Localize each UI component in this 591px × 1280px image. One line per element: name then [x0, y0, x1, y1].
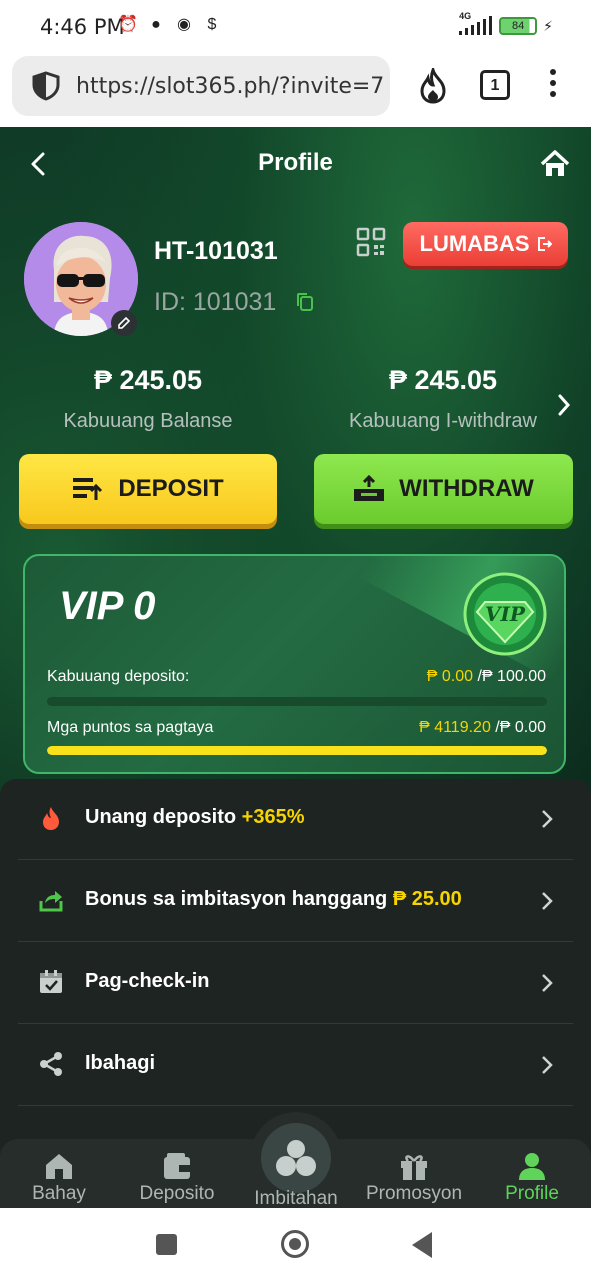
chevron-right-icon	[542, 892, 553, 910]
vip-badge-text: VIP	[485, 602, 526, 626]
home-icon[interactable]	[539, 149, 571, 179]
tab-switcher-button[interactable]: 1	[480, 70, 510, 100]
logout-button[interactable]: LUMABAS	[403, 222, 568, 266]
alarm-off-icon: ⏰	[118, 16, 138, 33]
vip-card[interactable]: VIP 0 VIP Kabuuang deposito: ₱ 0.00 /₱ 1…	[23, 554, 566, 774]
status-bar: 4:46 PM ⏰ ● ◉ $ 4G 84 ⚡	[0, 0, 591, 52]
menu-item-check-in[interactable]: Pag-check-in	[18, 943, 573, 1024]
menu-item-share[interactable]: Ibahagi	[18, 1025, 573, 1106]
nav-invite-label: Imbitahan	[254, 1188, 338, 1208]
chevron-right-icon[interactable]	[556, 393, 572, 417]
url-text[interactable]: https://slot365.ph/?invite=7	[76, 74, 386, 99]
vip-badge-icon: VIP	[463, 572, 547, 656]
menu-label: Unang deposito +365%	[85, 806, 305, 828]
shopping-bag-icon: $	[207, 16, 217, 33]
menu-label: Pag-check-in	[85, 970, 210, 992]
gift-icon	[401, 1155, 427, 1180]
nav-promotion[interactable]: Promosyon	[359, 1151, 469, 1205]
status-time: 4:46 PM	[40, 15, 125, 39]
total-balance-value: ₱ 245.05	[93, 365, 203, 395]
menu-label: Ibahagi	[85, 1052, 156, 1074]
menu-item-first-deposit[interactable]: Unang deposito +365%	[18, 779, 573, 860]
notification-icons: ⏰ ● ◉ $	[118, 15, 222, 35]
chevron-right-icon	[542, 974, 553, 992]
wallet-icon	[164, 1153, 190, 1179]
home-button[interactable]	[281, 1230, 309, 1258]
share-arrow-icon	[39, 891, 63, 912]
vip-deposit-label: Kabuuang deposito:	[47, 668, 190, 685]
edit-icon[interactable]	[117, 316, 131, 330]
nav-profile[interactable]: Profile	[477, 1151, 587, 1205]
logout-label: LUMABAS	[419, 231, 530, 256]
calendar-check-icon	[40, 970, 62, 993]
app-screen: Profile HT-101031 ID: 101031 LUMABAS ₱ 2…	[0, 127, 591, 1208]
chevron-right-icon	[542, 1056, 553, 1074]
coins-icon	[276, 1140, 316, 1176]
nav-deposit[interactable]: Deposito	[122, 1151, 232, 1205]
menu-label: Bonus sa imbitasyon hanggang ₱ 25.00	[85, 888, 462, 910]
fire-icon[interactable]	[417, 68, 449, 104]
user-id: ID: 101031	[154, 288, 277, 316]
deposit-label: DEPOSIT	[118, 475, 224, 502]
logout-icon	[537, 237, 552, 251]
vip-deposit-value: ₱ 0.00 /₱ 100.00	[427, 668, 546, 686]
address-bar[interactable]: https://slot365.ph/?invite=7	[12, 56, 390, 116]
menu-item-invite-bonus[interactable]: Bonus sa imbitasyon hanggang ₱ 25.00	[18, 861, 573, 942]
android-navigation-bar	[0, 1208, 591, 1280]
home-icon	[46, 1154, 72, 1179]
vip-bet-label: Mga puntos sa pagtaya	[47, 719, 214, 736]
shield-icon[interactable]	[30, 70, 62, 102]
deposit-button[interactable]: DEPOSIT	[19, 454, 277, 524]
vip-bet-target: /₱ 0.00	[490, 719, 546, 736]
charging-icon: ⚡	[543, 17, 553, 34]
deposit-icon	[73, 478, 103, 500]
fire-icon	[43, 807, 59, 830]
user-icon	[519, 1153, 545, 1180]
signal-icon: 4G	[457, 11, 493, 37]
vip-bet-progress-bar	[47, 746, 547, 755]
withdrawable-label: Kabuuang I-withdraw	[349, 410, 537, 432]
recents-button[interactable]	[156, 1234, 177, 1255]
copy-icon[interactable]	[296, 292, 314, 312]
withdrawable-value: ₱ 245.05	[388, 365, 498, 395]
nav-deposit-label: Deposito	[139, 1183, 215, 1204]
network-type: 4G	[459, 11, 472, 21]
withdraw-button[interactable]: WITHDRAW	[314, 454, 573, 524]
qr-code-icon[interactable]	[356, 227, 386, 257]
back-button[interactable]	[412, 1232, 432, 1258]
withdraw-icon	[354, 475, 385, 501]
edit-avatar-button[interactable]	[111, 310, 137, 336]
battery-icon: 84	[499, 17, 538, 35]
vip-deposit-current: ₱ 0.00	[426, 668, 474, 685]
messenger-icon: ◉	[177, 16, 191, 33]
total-balance-label: Kabuuang Balanse	[63, 410, 233, 432]
chat-bubble-icon: ●	[151, 16, 161, 33]
vip-deposit-target: /₱ 100.00	[473, 668, 546, 685]
nav-promotion-label: Promosyon	[365, 1183, 463, 1204]
nav-home-label: Bahay	[32, 1183, 86, 1204]
browser-toolbar: https://slot365.ph/?invite=7 1	[0, 52, 591, 127]
share-icon	[40, 1052, 62, 1076]
username: HT-101031	[154, 237, 278, 265]
browser-menu-icon[interactable]	[546, 69, 560, 103]
page-title: Profile	[258, 149, 333, 176]
nav-home[interactable]: Bahay	[4, 1151, 114, 1205]
vip-bet-value: ₱ 4119.20 /₱ 0.00	[419, 719, 546, 737]
vip-level: VIP 0	[59, 584, 156, 628]
nav-profile-label: Profile	[505, 1183, 559, 1204]
withdraw-label: WITHDRAW	[399, 475, 534, 502]
chevron-right-icon	[542, 810, 553, 828]
vip-deposit-progress-bar	[47, 697, 547, 706]
vip-bet-current: ₱ 4119.20	[419, 719, 491, 736]
